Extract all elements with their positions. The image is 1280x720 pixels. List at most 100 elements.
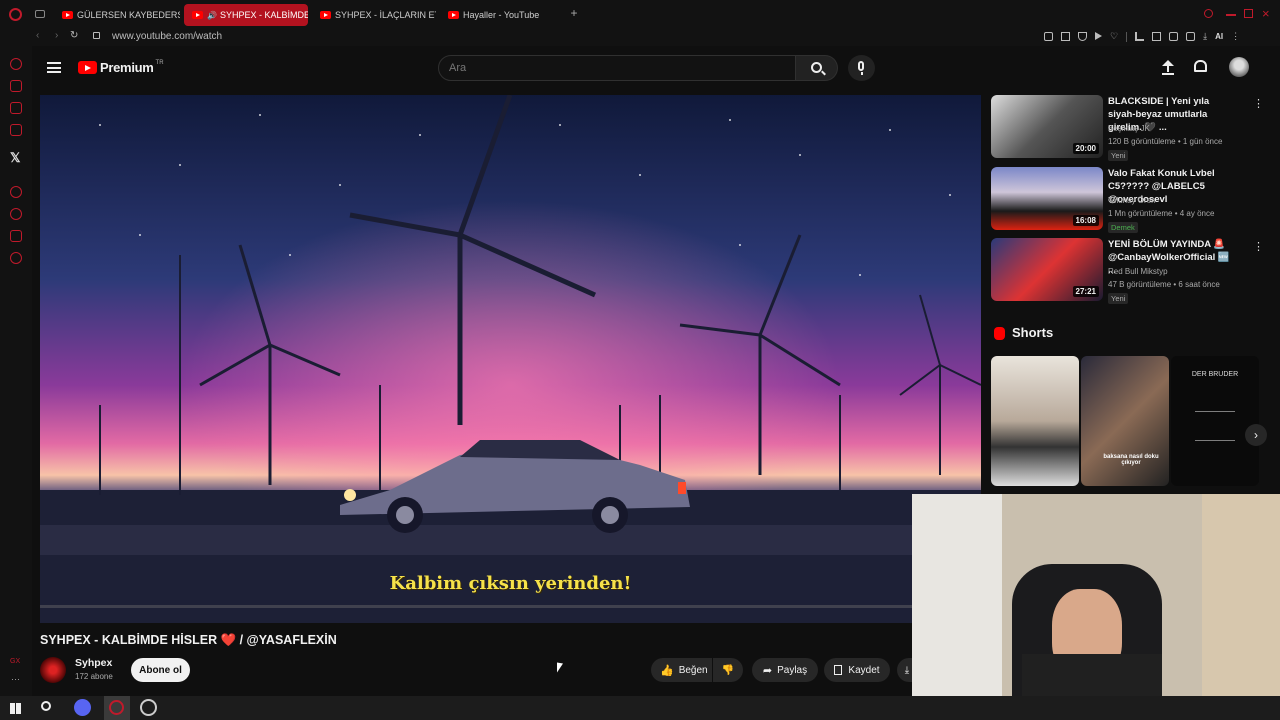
stats-icon[interactable] <box>1135 32 1145 41</box>
back-icon[interactable]: ‹ <box>36 30 39 41</box>
recommendation-meta: 1 Mn görüntüleme • 4 ay önce <box>1108 209 1215 218</box>
channel-avatar[interactable] <box>40 657 66 683</box>
recommendation-thumbnail[interactable]: 20:00 <box>991 95 1103 158</box>
short-caption: DER BRUDER <box>1191 371 1239 378</box>
download-icon: ⤓ <box>904 664 910 676</box>
share-button[interactable]: ➦ Paylaş <box>752 658 818 682</box>
youtube-play-icon <box>78 61 97 74</box>
tab-1[interactable]: GÜLERSEN KAYBEDERSİN <box>54 4 180 26</box>
subscribe-button[interactable]: Abone ol <box>131 658 190 682</box>
mic-icon <box>858 61 864 71</box>
pin-icon[interactable] <box>1044 32 1053 41</box>
recommendation-1[interactable]: 20:00 BLACKSIDE | Yeni yıla siyah-beyaz … <box>991 95 1266 161</box>
recommendation-2[interactable]: 16:08 Valo Fakat Konuk Lvbel C5????? @LA… <box>991 167 1266 233</box>
crypto-wallet-icon[interactable] <box>10 80 22 92</box>
search-input[interactable]: Ara <box>438 55 796 81</box>
x-twitter-icon[interactable]: 𝕏 <box>10 150 20 166</box>
pinboard-icon[interactable] <box>10 230 22 242</box>
more-options-icon[interactable]: ⋮ <box>1253 97 1264 110</box>
ai-button[interactable]: AI <box>1215 32 1223 42</box>
divider <box>1126 32 1128 42</box>
short-1[interactable] <box>991 356 1079 486</box>
shield-icon[interactable] <box>1078 32 1087 41</box>
status-badge: Yeni <box>1108 150 1129 161</box>
status-badge: Demek <box>1108 222 1138 233</box>
more-options-icon[interactable]: ⋮ <box>1253 240 1264 253</box>
taskbar-search-icon[interactable] <box>41 701 51 711</box>
like-button[interactable]: 👍 Beğen <box>651 658 712 682</box>
minimize-button[interactable] <box>1226 14 1236 16</box>
maximize-button[interactable] <box>1244 9 1253 18</box>
save-button[interactable]: Kaydet <box>824 658 890 682</box>
tab-3[interactable]: SYHPEX - İLAÇLARIN ETK <box>312 4 436 26</box>
short-2[interactable]: baksana nasıl doku çıkıyor <box>1081 356 1169 486</box>
recommendation-channel[interactable]: Red Bull Mikstyp <box>1108 267 1168 276</box>
new-tab-button[interactable]: + <box>568 7 580 19</box>
youtube-logo[interactable]: Premium TR <box>78 60 164 75</box>
video-subtitle: Kalbim çıksın yerinden! <box>389 573 632 594</box>
channel-name[interactable]: Syhpex <box>75 657 112 669</box>
download-icon[interactable]: ⤓ <box>1203 32 1207 42</box>
recommendation-channel[interactable]: Beşiktaş JK <box>1108 124 1150 133</box>
search-button[interactable] <box>796 55 838 81</box>
avatar[interactable] <box>1229 57 1249 77</box>
recommendation-thumbnail[interactable]: 16:08 <box>991 167 1103 230</box>
youtube-icon <box>448 11 459 19</box>
hamburger-menu-icon[interactable] <box>47 62 61 73</box>
extensions-icon[interactable] <box>1169 32 1179 41</box>
gx-icon[interactable]: GX <box>10 658 20 665</box>
messenger-icon[interactable] <box>10 102 22 114</box>
opera-logo-icon[interactable] <box>9 8 22 21</box>
windows-start-icon[interactable] <box>10 703 21 714</box>
short-caption: baksana nasıl doku çıkıyor <box>1103 454 1159 466</box>
mouse-cursor <box>557 662 563 674</box>
recommendation-3[interactable]: 27:21 YENİ BÖLÜM YAYINDA 🚨 @CanbayWolker… <box>991 238 1266 304</box>
video-duration: 20:00 <box>1072 143 1099 154</box>
notifications-bell-icon[interactable] <box>1194 60 1207 72</box>
short-3[interactable]: DER BRUDER <box>1171 356 1259 486</box>
tab-4[interactable]: Hayaller - YouTube <box>440 4 564 26</box>
forward-icon[interactable]: › <box>55 30 58 41</box>
camera-icon[interactable] <box>1186 32 1196 41</box>
url-text[interactable]: www.youtube.com/watch <box>112 31 222 42</box>
play-icon[interactable] <box>1095 32 1102 40</box>
recommendation-thumbnail[interactable]: 27:21 <box>991 238 1103 301</box>
video-player[interactable]: Kalbim çıksın yerinden! <box>40 95 981 623</box>
status-badge: Yeni <box>1108 293 1129 304</box>
settings-icon[interactable] <box>10 252 22 264</box>
close-window-button[interactable]: × <box>1262 6 1270 21</box>
tab-overview-icon[interactable] <box>35 10 45 18</box>
tab-2-active[interactable]: 🔊 SYHPEX - KALBİMDE <box>184 4 308 26</box>
video-frame <box>40 95 981 623</box>
chart-icon[interactable] <box>1152 32 1162 41</box>
shorts-next-button[interactable]: › <box>1245 424 1267 446</box>
browser-tab-bar: GÜLERSEN KAYBEDERSİN 🔊SYHPEX - KALBİMDE … <box>0 0 1280 28</box>
opera-gx-icon[interactable] <box>104 696 130 720</box>
discord-icon[interactable] <box>74 699 91 716</box>
recommendation-meta: 120 B görüntüleme • 1 gün önce <box>1108 137 1223 146</box>
logo-text: Premium <box>100 60 154 75</box>
recommendation-channel[interactable]: Tolunay Ören <box>1108 196 1156 205</box>
player-icon[interactable] <box>10 186 22 198</box>
video-duration: 27:21 <box>1072 286 1099 297</box>
heart-icon[interactable]: ♡ <box>1110 32 1118 42</box>
more-icon[interactable]: ··· <box>11 674 20 684</box>
voice-search-button[interactable] <box>848 55 875 81</box>
video-duration: 16:08 <box>1072 215 1099 226</box>
speaker-icon: 🔊 <box>207 10 217 20</box>
snapshot-icon[interactable] <box>1061 32 1070 41</box>
video-title: SYHPEX - KALBİMDE HİSLER ❤️ / @YASAFLEXİ… <box>40 633 337 647</box>
upload-icon[interactable] <box>1162 60 1174 75</box>
menu-icon[interactable]: ⋮ <box>1231 32 1240 42</box>
youtube-icon <box>192 11 203 19</box>
subscriber-count: 172 abone <box>75 672 113 681</box>
reload-icon[interactable]: ↻ <box>70 30 78 41</box>
vk-icon[interactable] <box>10 124 22 136</box>
history-icon[interactable] <box>10 208 22 220</box>
dislike-button[interactable]: 👎 <box>713 658 743 682</box>
app-icon[interactable] <box>140 699 157 716</box>
bookmark-icon <box>834 665 843 675</box>
search-tabs-icon[interactable] <box>1204 9 1213 18</box>
opera-sidebar: 𝕏 GX ··· <box>0 46 32 696</box>
aria-icon[interactable] <box>10 58 22 70</box>
